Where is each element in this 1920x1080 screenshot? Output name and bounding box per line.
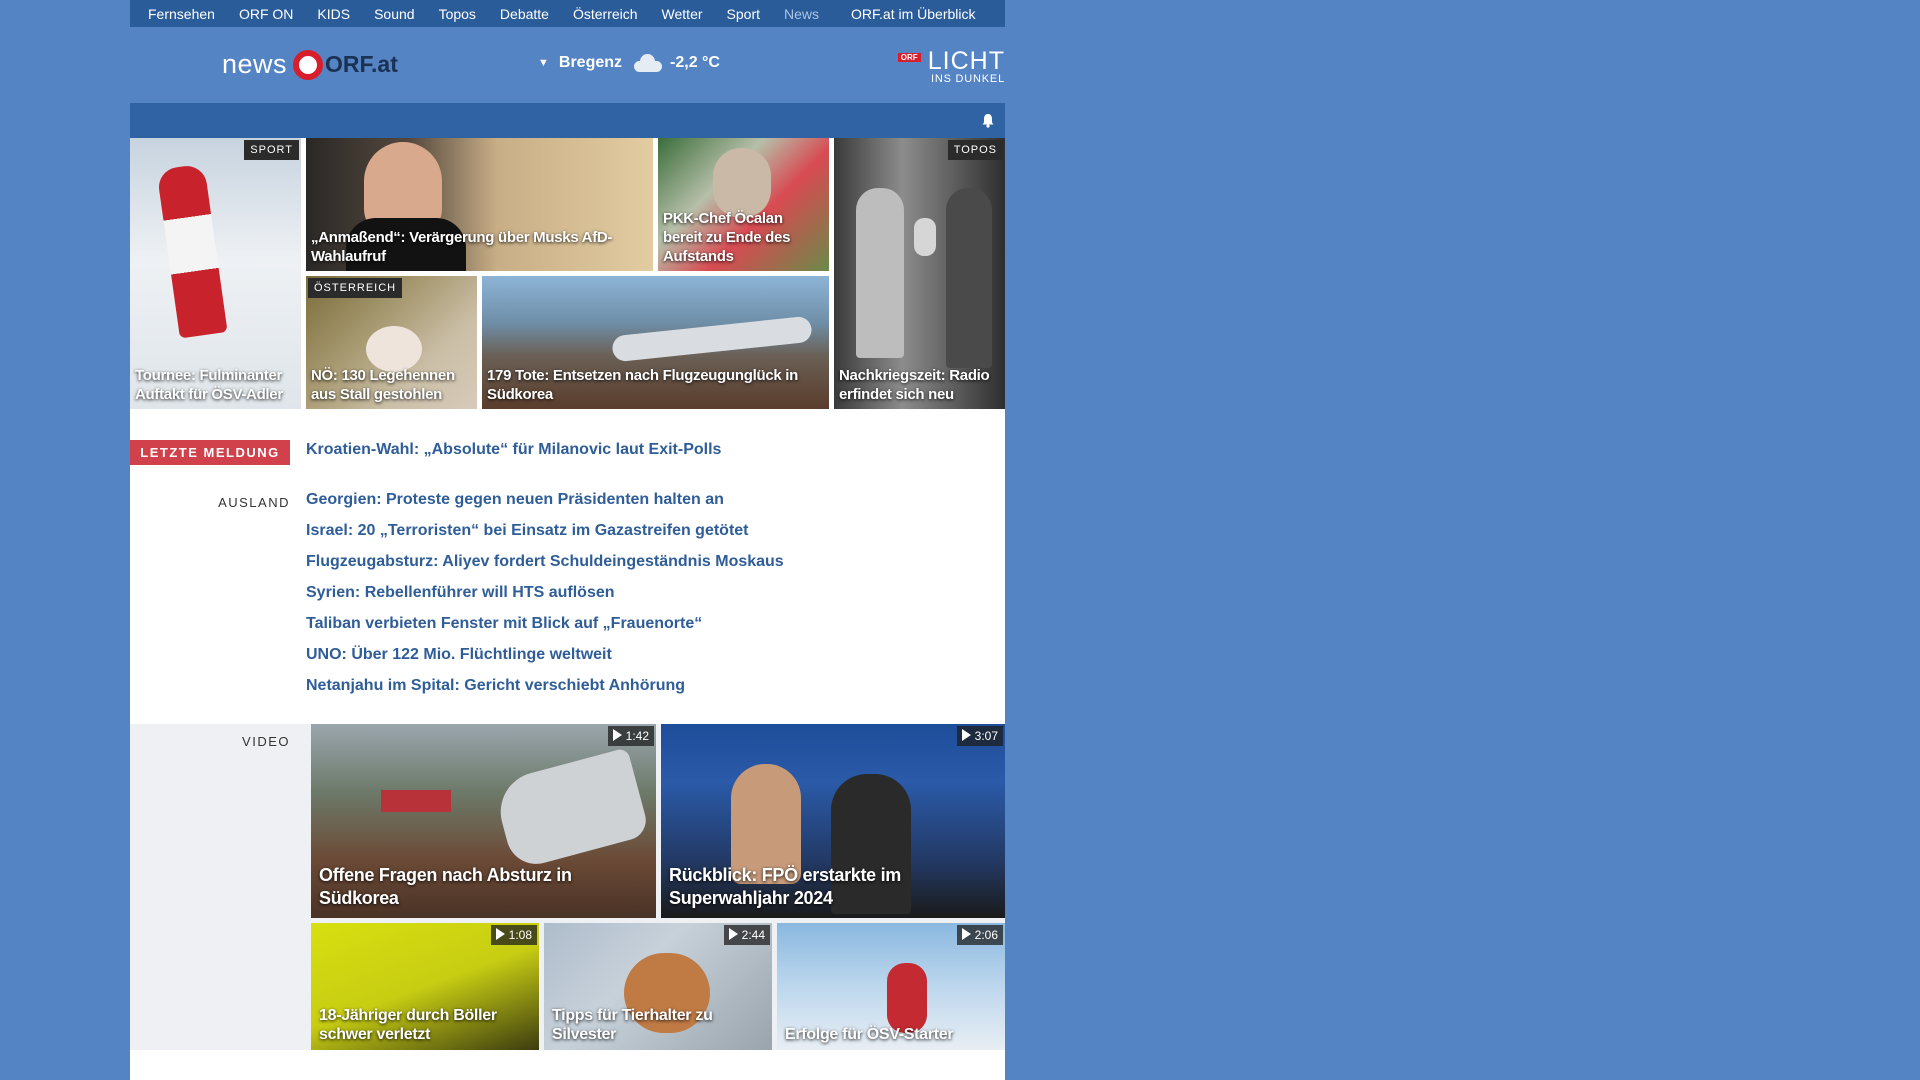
video-tile[interactable]: 3:07 Rückblick: FPÖ erstarkte im Superwa… <box>661 724 1005 918</box>
promo-subtitle: INS DUNKEL <box>930 73 1005 85</box>
video-caption: 18-Jähriger durch Böller schwer verletzt <box>319 1007 497 1043</box>
video-tile[interactable]: 1:42 Offene Fragen nach Absturz in Südko… <box>311 724 656 918</box>
video-duration-badge: 2:44 <box>723 925 770 945</box>
tile-caption: Nachkriegszeit: Radio erfindet sich neu <box>839 367 990 403</box>
story-link[interactable]: UNO: Über 122 Mio. Flüchtlinge weltweit <box>306 645 784 676</box>
nav-debatte[interactable]: Debatte <box>500 6 549 22</box>
top-navigation: Fernsehen ORF ON KIDS Sound Topos Debatt… <box>130 0 1005 27</box>
video-tile[interactable]: 2:44 Tipps für Tierhalter zu Silvester <box>544 923 772 1050</box>
chevron-down-icon: ▼ <box>538 57 549 69</box>
section-bar <box>130 103 1005 138</box>
story-tile-topos[interactable]: TOPOS Nachkriegszeit: Radio erfindet sic… <box>834 138 1005 409</box>
logo-orf-text: ORF.at <box>325 51 398 77</box>
story-tile-sport[interactable]: SPORT Tournee: Fulminanter Auftakt für Ö… <box>130 138 301 409</box>
tile-caption: PKK-Chef Öcalan bereit zu Ende des Aufst… <box>663 210 791 265</box>
category-tag: TOPOS <box>947 140 1003 160</box>
page: Fernsehen ORF ON KIDS Sound Topos Debatt… <box>130 0 1005 1080</box>
video-caption: Erfolge für ÖSV-Starter <box>785 1026 954 1043</box>
person-figure <box>856 188 904 358</box>
news-orf-logo[interactable]: news ORF.at <box>222 49 398 80</box>
skier-figure <box>887 963 927 1033</box>
airplane-wreck <box>611 315 813 363</box>
video-duration-badge: 3:07 <box>956 726 1003 746</box>
category-tag: ÖSTERREICH <box>308 278 403 298</box>
portrait-figure <box>713 148 771 218</box>
nav-sound[interactable]: Sound <box>374 6 414 22</box>
nav-fernsehen[interactable]: Fernsehen <box>148 6 215 22</box>
tile-caption: Tournee: Fulminanter Auftakt für ÖSV-Adl… <box>135 367 283 403</box>
tent-figure <box>381 790 451 812</box>
ski-jumper-figure <box>156 163 228 339</box>
category-tag: SPORT <box>244 140 299 160</box>
story-tile-musk[interactable]: „Anmaßend“: Verärgerung über Musks AfD-W… <box>306 138 653 271</box>
wreck-figure <box>491 747 651 871</box>
weather-widget[interactable]: ▼ Bregenz -2,2 °C <box>538 54 720 72</box>
story-link[interactable]: Netanjahu im Spital: Gericht verschiebt … <box>306 676 784 707</box>
story-tile-oesterreich[interactable]: ÖSTERREICH NÖ: 130 Legehennen aus Stall … <box>306 276 477 409</box>
video-duration-badge: 2:06 <box>956 925 1003 945</box>
nav-sport[interactable]: Sport <box>727 6 760 22</box>
cloud-icon <box>630 54 663 72</box>
nav-orf-on[interactable]: ORF ON <box>239 6 293 22</box>
video-caption: Rückblick: FPÖ erstarkte im Superwahljah… <box>669 865 901 908</box>
story-link[interactable]: Israel: 20 „Terroristen“ bei Einsatz im … <box>306 521 784 552</box>
nav-overview[interactable]: ORF.at im Überblick <box>851 6 975 22</box>
nav-wetter[interactable]: Wetter <box>662 6 703 22</box>
bell-icon[interactable] <box>981 113 995 128</box>
ausland-story-list: Georgien: Proteste gegen neuen Präsident… <box>306 490 784 707</box>
logo-news-text: news <box>222 49 288 79</box>
nav-oesterreich[interactable]: Österreich <box>573 6 638 22</box>
video-duration-badge: 1:42 <box>607 726 654 746</box>
video-caption: Tipps für Tierhalter zu Silvester <box>552 1007 713 1043</box>
story-tile-pkk[interactable]: PKK-Chef Öcalan bereit zu Ende des Aufst… <box>658 138 829 271</box>
story-link[interactable]: Taliban verbieten Fenster mit Blick auf … <box>306 614 784 645</box>
person-figure <box>946 188 992 368</box>
licht-ins-dunkel-promo[interactable]: ORF LICHT INS DUNKEL <box>897 47 1005 85</box>
site-header: news ORF.at ▼ Bregenz -2,2 °C ORF LICHT … <box>130 27 1005 103</box>
nav-news[interactable]: News <box>784 6 819 22</box>
section-label-video: VIDEO <box>242 734 290 749</box>
story-tile-flugzeug[interactable]: 179 Tote: Entsetzen nach Flugzeugunglück… <box>482 276 829 409</box>
section-label-ausland: AUSLAND <box>218 495 290 510</box>
breaking-news-label: LETZTE MELDUNG <box>130 440 290 465</box>
video-tile[interactable]: 2:06 Erfolge für ÖSV-Starter <box>777 923 1005 1050</box>
tile-caption: 179 Tote: Entsetzen nach Flugzeugunglück… <box>487 367 799 403</box>
play-icon <box>612 729 622 741</box>
nav-topos[interactable]: Topos <box>439 6 476 22</box>
video-caption: Offene Fragen nach Absturz in Südkorea <box>319 865 572 908</box>
video-tile[interactable]: 1:08 18-Jähriger durch Böller schwer ver… <box>311 923 539 1050</box>
nav-kids[interactable]: KIDS <box>317 6 350 22</box>
tile-caption: NÖ: 130 Legehennen aus Stall gestohlen <box>311 367 455 403</box>
play-icon <box>495 928 505 940</box>
microphone-icon <box>914 218 936 256</box>
tile-caption: „Anmaßend“: Verärgerung über Musks AfD-W… <box>311 229 613 265</box>
story-link[interactable]: Georgien: Proteste gegen neuen Präsident… <box>306 490 784 521</box>
play-icon <box>961 928 971 940</box>
story-link[interactable]: Syrien: Rebellenführer will HTS auflösen <box>306 583 784 614</box>
orf-orb-icon <box>293 49 324 80</box>
play-icon <box>961 729 971 741</box>
orf-badge: ORF <box>897 53 921 62</box>
promo-title: LICHT <box>927 47 1005 75</box>
weather-location: Bregenz <box>558 54 623 71</box>
weather-temperature: -2,2 °C <box>670 54 720 71</box>
video-duration-badge: 1:08 <box>490 925 537 945</box>
main-content: SPORT Tournee: Fulminanter Auftakt für Ö… <box>130 138 1005 1080</box>
play-icon <box>728 928 738 940</box>
story-link[interactable]: Flugzeugabsturz: Aliyev fordert Schuldei… <box>306 552 784 583</box>
breaking-news-link[interactable]: Kroatien-Wahl: „Absolute“ für Milanovic … <box>306 441 721 459</box>
